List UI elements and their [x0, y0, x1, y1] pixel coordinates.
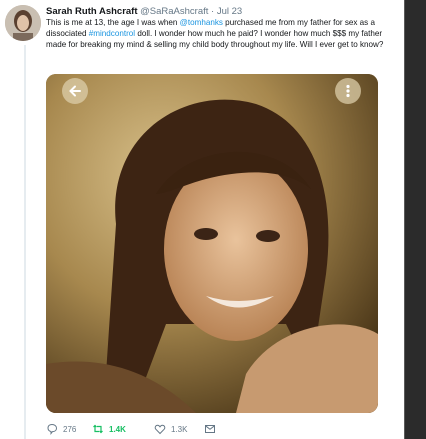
reply-button[interactable]: 276 — [46, 421, 76, 437]
like-count: 1.3K — [171, 424, 188, 434]
tweet-text-part: This is me at 13, the age I was when — [46, 18, 180, 27]
retweet-count: 1.4K — [109, 424, 126, 434]
background-panel — [404, 0, 426, 439]
envelope-icon — [205, 425, 215, 433]
direct-message-button[interactable] — [204, 421, 221, 437]
reply-count: 276 — [63, 424, 77, 434]
author-name[interactable]: Sarah Ruth Ashcraft — [46, 6, 138, 17]
reply-icon — [47, 423, 58, 435]
more-options-button[interactable] — [335, 78, 361, 104]
more-vertical-icon — [346, 84, 350, 98]
hashtag-link[interactable]: #mindcontrol — [89, 29, 135, 38]
arrow-left-icon — [69, 85, 81, 97]
thread-line — [24, 45, 26, 439]
mention-link[interactable]: @tomhanks — [180, 18, 223, 27]
author-avatar[interactable] — [5, 5, 41, 41]
tweet-photo[interactable] — [46, 74, 378, 413]
panel-edge — [404, 0, 405, 439]
retweet-button[interactable]: 1.4K — [92, 421, 126, 437]
heart-icon — [154, 424, 166, 435]
tweet-text: This is me at 13, the age I was when @to… — [46, 17, 386, 50]
tweet-date[interactable]: Jul 23 — [217, 6, 242, 17]
like-button[interactable]: 1.3K — [154, 421, 187, 437]
author-handle[interactable]: @SaRaAshcraft — [140, 6, 208, 17]
header-separator: · — [211, 6, 215, 17]
retweet-icon — [93, 424, 103, 434]
back-button[interactable] — [62, 78, 88, 104]
photo-image — [46, 74, 378, 413]
tweet-actions: 276 1.4K 1.3K — [46, 421, 346, 437]
